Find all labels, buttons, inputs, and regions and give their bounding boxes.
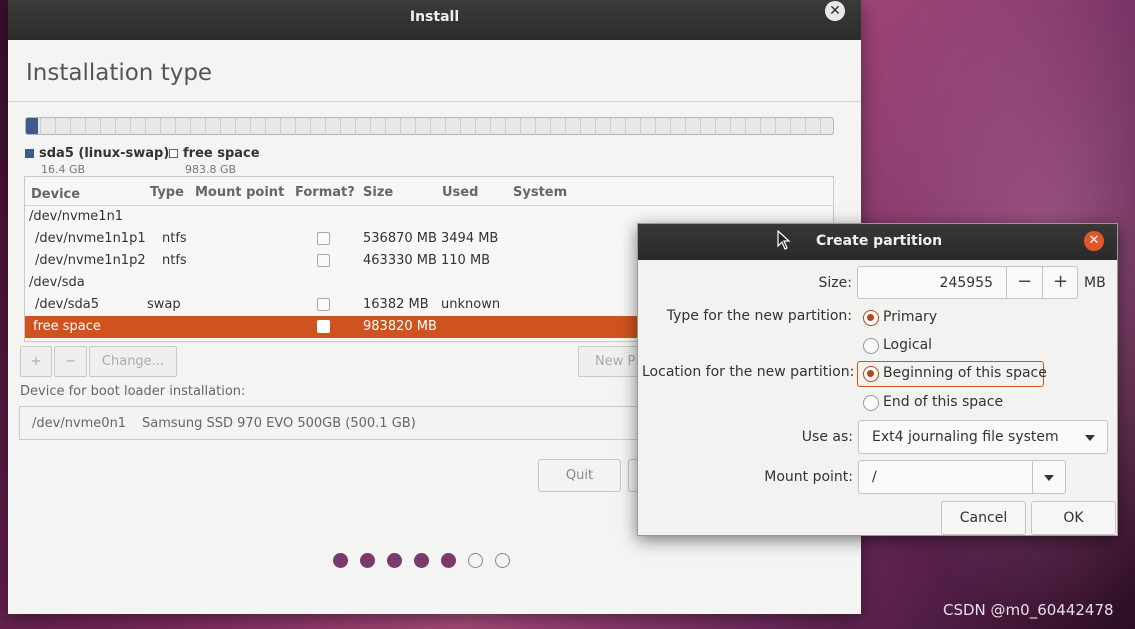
radio-logical[interactable] bbox=[863, 338, 879, 354]
ok-button[interactable]: OK bbox=[1031, 501, 1116, 535]
size-input[interactable]: 245955 bbox=[858, 275, 993, 291]
legend-item-swap: sda5 (linux-swap) 16.4 GB bbox=[25, 145, 170, 176]
use-as-dropdown[interactable]: Ext4 journaling file system bbox=[858, 420, 1108, 454]
size-increment-button[interactable]: + bbox=[1042, 267, 1078, 298]
radio-primary[interactable] bbox=[863, 310, 879, 326]
partition-type-label: Type for the new partition: bbox=[666, 308, 852, 324]
column-header-format[interactable]: Format? bbox=[295, 185, 355, 200]
location-label: Location for the new partition: bbox=[642, 364, 855, 380]
legend-size: 983.8 GB bbox=[185, 163, 237, 176]
partition-bar bbox=[25, 117, 834, 135]
use-as-value: Ext4 journaling file system bbox=[872, 429, 1059, 445]
legend-item-free-space: free space 983.8 GB bbox=[169, 145, 260, 176]
cell-device: /dev/nvme1n1 bbox=[29, 209, 124, 224]
free-space-color-swatch bbox=[169, 148, 178, 158]
format-checkbox[interactable] bbox=[317, 232, 330, 245]
swap-color-swatch bbox=[25, 148, 34, 158]
mount-point-label: Mount point: bbox=[764, 469, 853, 485]
format-checkbox[interactable] bbox=[317, 320, 330, 333]
cell-device: /dev/nvme1n1p1 bbox=[35, 231, 146, 246]
radio-end-label[interactable]: End of this space bbox=[883, 394, 1003, 410]
column-header-system[interactable]: System bbox=[513, 185, 567, 200]
mount-point-input[interactable]: / bbox=[872, 469, 877, 485]
boot-loader-select[interactable]: /dev/nvme0n1 Samsung SSD 970 EVO 500GB (… bbox=[19, 406, 659, 440]
radio-primary-label[interactable]: Primary bbox=[883, 309, 937, 325]
cell-type: ntfs bbox=[162, 253, 187, 268]
cell-size: 536870 MB bbox=[363, 231, 437, 246]
dialog-titlebar: Create partition ✕ bbox=[638, 224, 1117, 260]
use-as-label: Use as: bbox=[801, 429, 853, 445]
progress-dot-pending bbox=[468, 553, 483, 568]
size-spinbox[interactable]: 245955 − + bbox=[857, 266, 1078, 299]
mouse-cursor-icon bbox=[777, 230, 791, 250]
combo-divider bbox=[1032, 461, 1033, 493]
cancel-button[interactable]: Cancel bbox=[941, 501, 1026, 535]
cell-type: ntfs bbox=[162, 231, 187, 246]
size-label: Size: bbox=[818, 275, 852, 291]
dialog-title: Create partition bbox=[816, 233, 943, 249]
legend-label: free space bbox=[183, 146, 260, 161]
chevron-down-icon bbox=[1085, 435, 1095, 441]
divider bbox=[8, 101, 861, 102]
mount-point-combobox[interactable]: / bbox=[858, 460, 1066, 494]
progress-dot-complete bbox=[414, 553, 429, 568]
boot-loader-label: Device for boot loader installation: bbox=[20, 384, 246, 399]
format-checkbox[interactable] bbox=[317, 298, 330, 311]
size-unit: MB bbox=[1084, 275, 1106, 291]
column-header-device[interactable]: Device bbox=[31, 187, 80, 202]
close-icon[interactable]: ✕ bbox=[1084, 231, 1104, 251]
column-header-size[interactable]: Size bbox=[363, 185, 393, 200]
column-header-mount-point[interactable]: Mount point bbox=[195, 185, 284, 200]
add-partition-button[interactable]: + bbox=[20, 346, 52, 377]
quit-button[interactable]: Quit bbox=[538, 459, 621, 492]
radio-end[interactable] bbox=[863, 395, 879, 411]
cell-device: free space bbox=[33, 319, 101, 334]
column-header-type[interactable]: Type bbox=[150, 185, 184, 200]
progress-dot-complete bbox=[333, 553, 348, 568]
format-checkbox[interactable] bbox=[317, 254, 330, 267]
cell-used: 110 MB bbox=[441, 253, 491, 268]
new-partition-table-button[interactable]: New P bbox=[578, 346, 638, 377]
cell-device: /dev/nvme1n1p2 bbox=[35, 253, 146, 268]
size-decrement-button[interactable]: − bbox=[1006, 267, 1042, 298]
radio-beginning-label[interactable]: Beginning of this space bbox=[883, 365, 1047, 381]
cell-size: 983820 MB bbox=[363, 319, 437, 334]
cell-size: 463330 MB bbox=[363, 253, 437, 268]
cell-used: unknown bbox=[441, 297, 501, 312]
watermark: CSDN @m0_60442478 bbox=[943, 601, 1114, 619]
cell-used: 3494 MB bbox=[441, 231, 499, 246]
progress-dot-complete bbox=[387, 553, 402, 568]
install-titlebar: Install ✕ bbox=[8, 0, 861, 40]
legend-size: 16.4 GB bbox=[41, 163, 86, 176]
boot-loader-device: /dev/nvme0n1 bbox=[32, 416, 127, 431]
legend-label: sda5 (linux-swap) bbox=[39, 146, 170, 161]
progress-dot-current bbox=[441, 553, 456, 568]
page-title: Installation type bbox=[26, 60, 213, 86]
create-partition-dialog: Create partition ✕ Size: 245955 − + MB T… bbox=[637, 223, 1118, 536]
radio-logical-label[interactable]: Logical bbox=[883, 337, 932, 353]
cell-size: 16382 MB bbox=[363, 297, 429, 312]
change-partition-button[interactable]: Change... bbox=[89, 346, 177, 377]
cell-device: /dev/sda bbox=[29, 275, 85, 290]
progress-dot-pending bbox=[495, 553, 510, 568]
column-header-used[interactable]: Used bbox=[442, 185, 478, 200]
chevron-down-icon[interactable] bbox=[1044, 475, 1054, 481]
boot-loader-description: Samsung SSD 970 EVO 500GB (500.1 GB) bbox=[142, 416, 416, 431]
close-icon[interactable]: ✕ bbox=[825, 1, 845, 21]
cell-type: swap bbox=[147, 297, 181, 312]
partition-bar-swap-segment bbox=[26, 118, 38, 134]
progress-dot-complete bbox=[360, 553, 375, 568]
remove-partition-button[interactable]: − bbox=[54, 346, 87, 377]
cell-device: /dev/sda5 bbox=[35, 297, 99, 312]
install-window-title: Install bbox=[409, 9, 460, 25]
radio-beginning[interactable] bbox=[863, 366, 879, 382]
